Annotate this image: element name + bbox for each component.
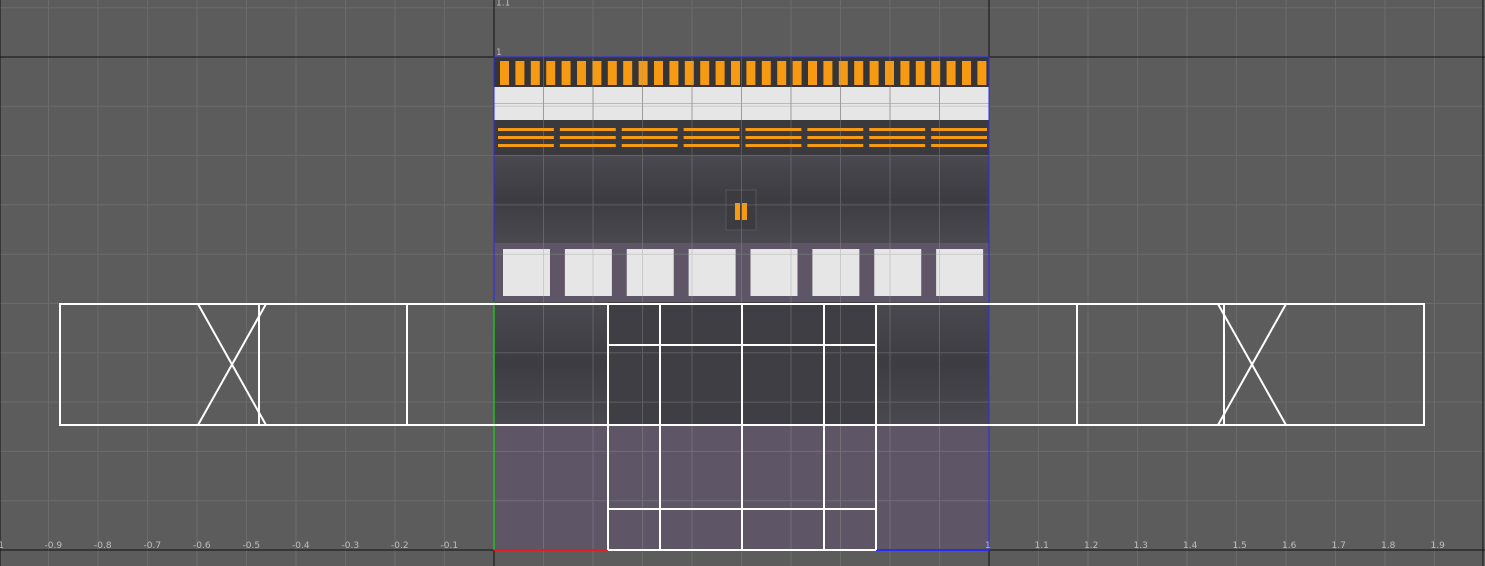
x-tick-label: 1.4 bbox=[1183, 541, 1198, 551]
x-tick-label: -0.6 bbox=[193, 541, 211, 551]
x-tick-label: 1.8 bbox=[1381, 541, 1396, 551]
x-tick-label: 1 bbox=[985, 541, 991, 551]
x-tick-label: 1.3 bbox=[1134, 541, 1148, 551]
x-tick-label: 1.6 bbox=[1282, 541, 1297, 551]
x-tick-label: 1.1 bbox=[1035, 541, 1049, 551]
x-tick-label: 1.9 bbox=[1431, 541, 1446, 551]
x-tick-label: -0.2 bbox=[391, 541, 409, 551]
uv-canvas[interactable]: -1 -0.9 -0.8 -0.7 -0.6 -0.5 -0.4 -0.3 -0.2 -0.1 1 1… bbox=[0, 0, 1485, 566]
y-tick-label: 1.1 bbox=[496, 0, 510, 9]
uv-editor-viewport[interactable]: -1 -0.9 -0.8 -0.7 -0.6 -0.5 -0.4 -0.3 -0.2 -0.1 1 1… bbox=[0, 0, 1485, 566]
x-tick-label: -0.3 bbox=[342, 541, 360, 551]
x-tick-label: -0.8 bbox=[94, 541, 112, 551]
x-tick-label: -0.9 bbox=[45, 541, 63, 551]
x-tick-label: -0.4 bbox=[292, 541, 310, 551]
x-tick-label: 1.2 bbox=[1084, 541, 1098, 551]
y-tick-label: 1 bbox=[496, 48, 502, 58]
uv-island-wireframe[interactable] bbox=[59, 303, 1425, 551]
pause-indicator-icon bbox=[735, 203, 740, 220]
x-tick-label: -0.5 bbox=[243, 541, 261, 551]
x-tick-label: 1.7 bbox=[1332, 541, 1346, 551]
x-tick-label: -0.7 bbox=[144, 541, 162, 551]
x-tick-label: 1.5 bbox=[1233, 541, 1247, 551]
x-tick-label: -1 bbox=[0, 541, 4, 551]
x-tick-label: -0.1 bbox=[441, 541, 459, 551]
